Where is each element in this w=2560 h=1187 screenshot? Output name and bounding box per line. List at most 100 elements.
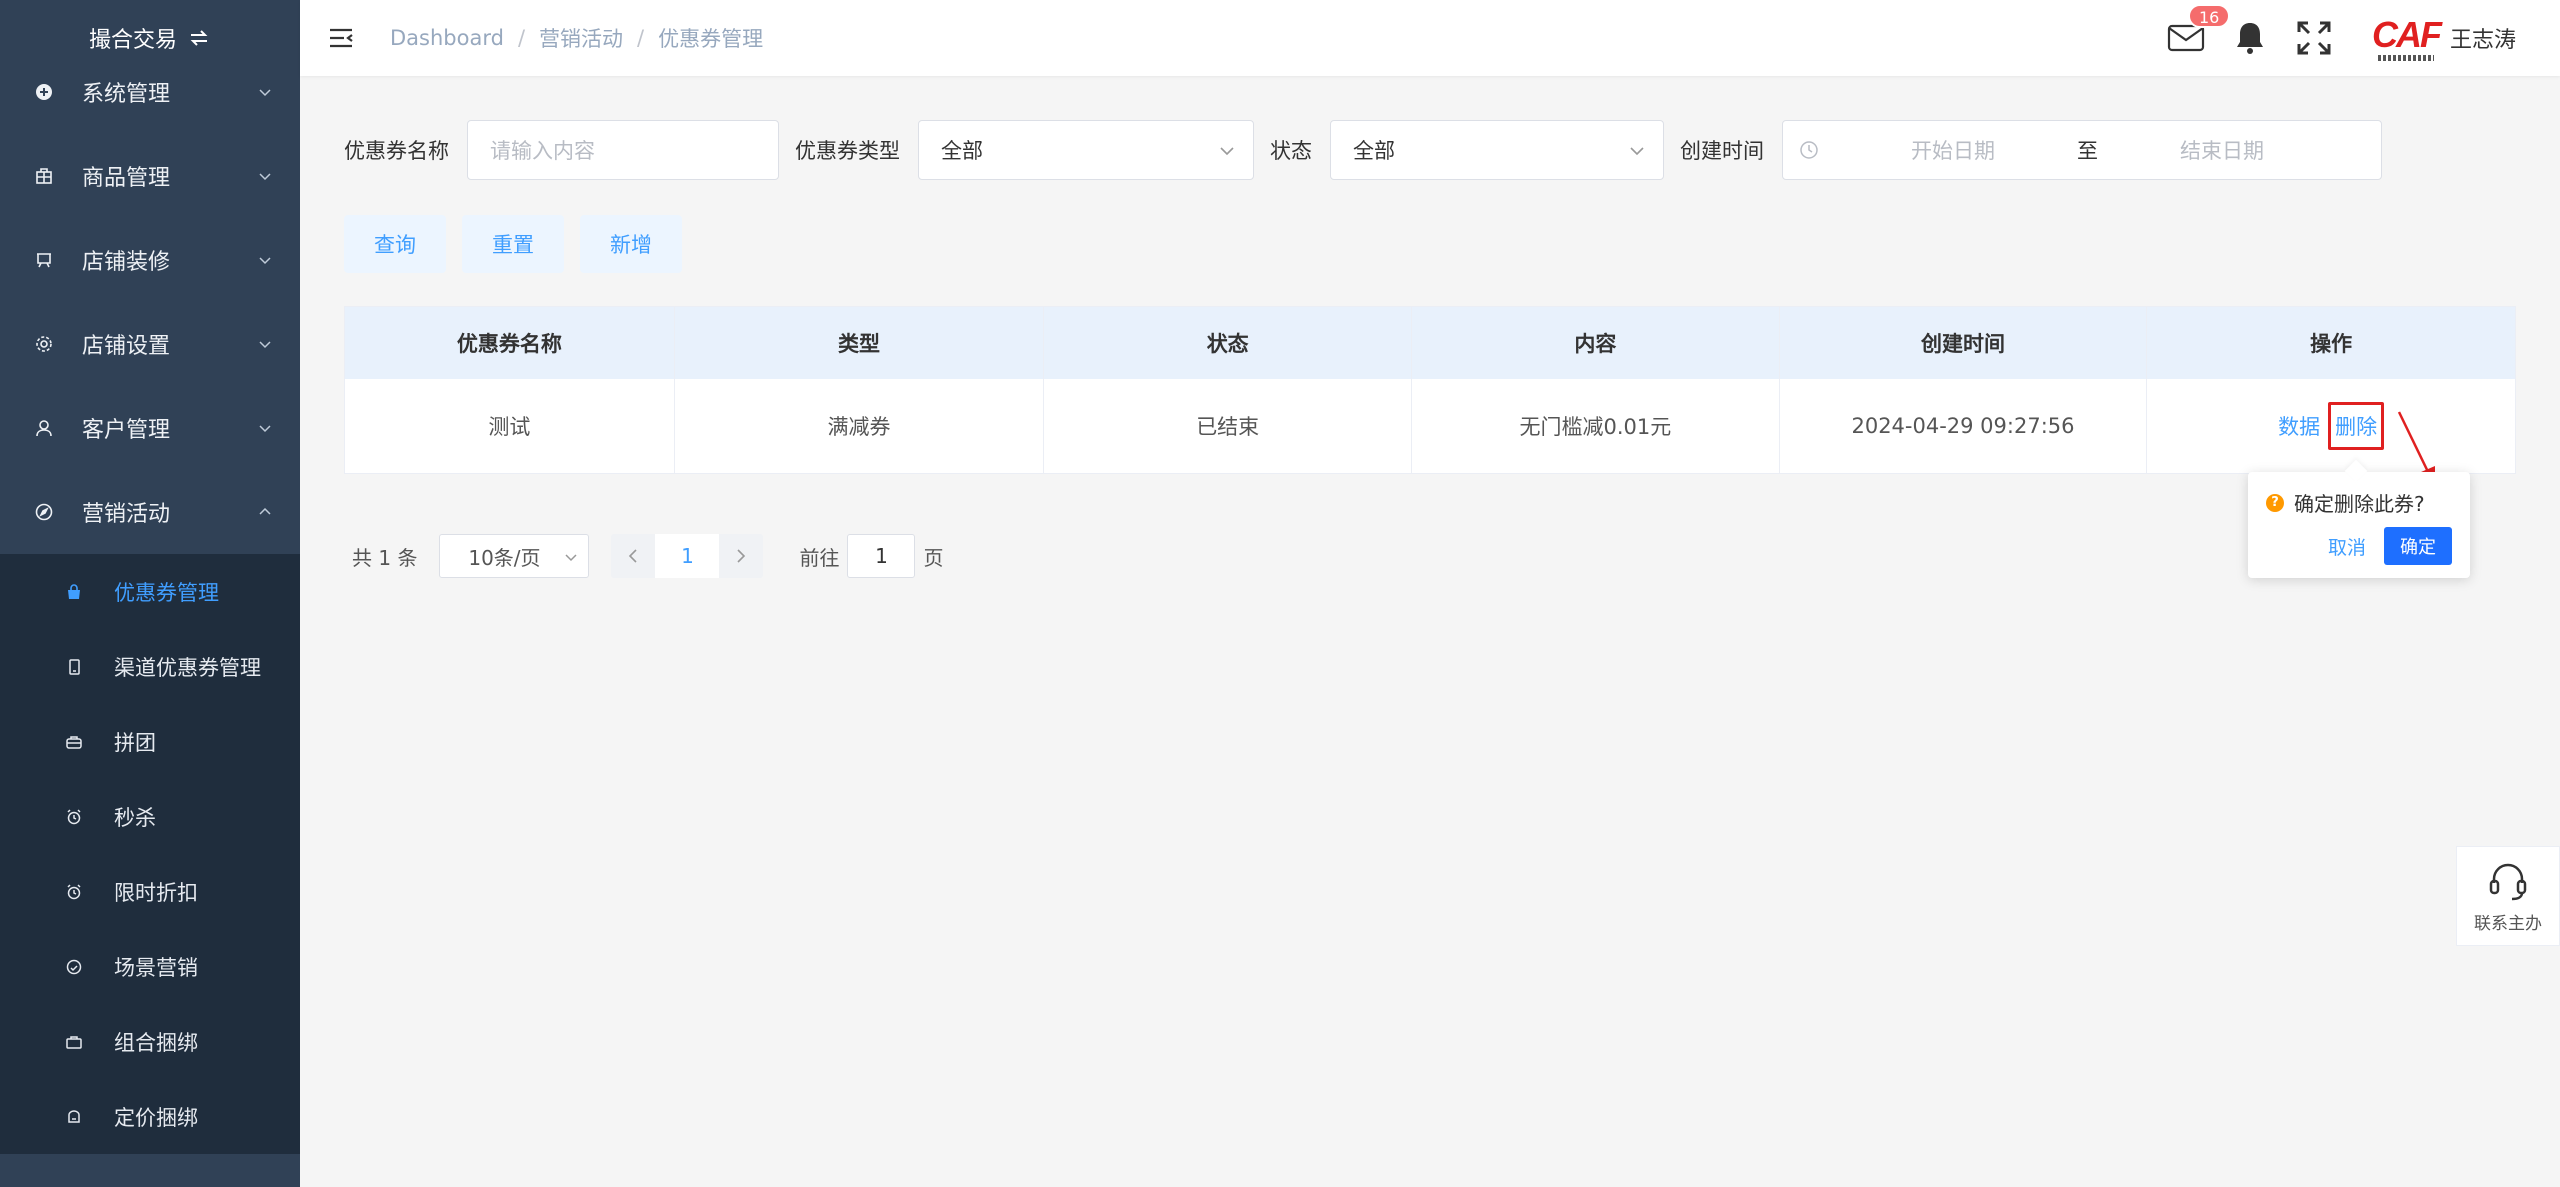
sidebar-item-label: 组合捆绑 <box>114 1030 198 1055</box>
coupon-type-select[interactable]: 全部 <box>918 120 1254 180</box>
filter-bar: 优惠券名称 请输入内容 优惠券类型 全部 状态 全部 创建时间 开始日期 至 结… <box>344 120 2382 180</box>
page-size-value: 10条/页 <box>468 545 541 570</box>
contact-organizer-button[interactable]: 联系主办 <box>2456 846 2560 946</box>
sidebar-item-shop-settings[interactable]: 店铺设置 <box>0 302 300 386</box>
fullscreen-icon <box>2297 21 2331 55</box>
popconfirm-text: 确定删除此券? <box>2294 492 2425 516</box>
chevron-down-icon <box>565 554 577 562</box>
column-header: 类型 <box>675 307 1045 379</box>
popconfirm-title: ? 确定删除此券? <box>2266 488 2452 517</box>
sidebar-item-group-buy[interactable]: 拼团 <box>0 704 300 779</box>
status-select[interactable]: 全部 <box>1330 120 1664 180</box>
coupon-name-input[interactable]: 请输入内容 <box>467 120 779 180</box>
pagination: 共 1 条 10条/页 1 前往 1 页 <box>352 534 943 578</box>
start-date-placeholder[interactable]: 开始日期 <box>1911 135 1995 165</box>
page-goto: 前往 1 页 <box>799 534 943 578</box>
sidebar-item-decoration[interactable]: 店铺装修 <box>0 218 300 302</box>
data-link[interactable]: 数据 <box>2278 411 2320 441</box>
popconfirm-actions: 取消 确定 <box>2266 527 2452 565</box>
breadcrumb-item-dashboard[interactable]: Dashboard <box>390 26 504 50</box>
total-count: 共 1 条 <box>352 545 418 570</box>
fullscreen-button[interactable] <box>2294 18 2334 58</box>
user-icon <box>34 418 54 438</box>
action-buttons: 查询 重置 新增 <box>344 215 682 273</box>
sidebar-item-limited-discount[interactable]: 限时折扣 <box>0 854 300 929</box>
chevron-down-icon <box>1630 147 1644 156</box>
end-date-placeholder[interactable]: 结束日期 <box>2180 135 2264 165</box>
user-name[interactable]: 王志涛 <box>2450 22 2516 54</box>
sidebar-item-label: 渠道优惠券管理 <box>114 655 261 680</box>
sidebar-item-label: 客户管理 <box>82 418 171 443</box>
headset-icon <box>2489 863 2527 900</box>
coupon-type-label: 优惠券类型 <box>795 139 900 163</box>
sidebar-item-combo-bundle[interactable]: 组合捆绑 <box>0 1004 300 1079</box>
created-time-label: 创建时间 <box>1680 139 1764 163</box>
confirm-button[interactable]: 确定 <box>2384 527 2452 565</box>
sidebar-item-label: 限时折扣 <box>114 880 198 905</box>
notification-button[interactable] <box>2230 18 2270 58</box>
sidebar-item-goods[interactable]: 商品管理 <box>0 134 300 218</box>
header-actions: 16 CAF 王志涛 <box>2142 0 2516 76</box>
sidebar-item-price-bundle[interactable]: 定价捆绑 <box>0 1079 300 1154</box>
plus-circle-icon <box>34 82 54 102</box>
breadcrumb-separator: / <box>517 26 526 50</box>
cell-type: 满减券 <box>675 379 1045 473</box>
swap-icon[interactable] <box>187 26 211 50</box>
chevron-down-icon <box>259 425 271 433</box>
goto-label: 前往 <box>799 545 840 570</box>
sidebar-item-label: 营销活动 <box>82 502 171 527</box>
sidebar-item-flash-sale[interactable]: 秒杀 <box>0 779 300 854</box>
marketing-submenu: 优惠券管理 渠道优惠券管理 拼团 秒杀 限时折扣 场景营销 组合捆绑 定价捆绑 <box>0 554 300 1154</box>
cell-created: 2024-04-29 09:27:56 <box>1780 379 2148 473</box>
box-icon <box>64 1107 84 1127</box>
goods-icon <box>34 166 54 186</box>
cancel-button[interactable]: 取消 <box>2328 533 2366 560</box>
status-label: 状态 <box>1270 139 1312 163</box>
add-button[interactable]: 新增 <box>580 215 682 273</box>
sidebar-item-marketing[interactable]: 营销活动 <box>0 470 300 554</box>
logo-subtext <box>2377 55 2434 61</box>
query-button[interactable]: 查询 <box>344 215 446 273</box>
reset-button[interactable]: 重置 <box>462 215 564 273</box>
cell-status: 已结束 <box>1044 379 1413 473</box>
mail-badge: 16 <box>2187 4 2231 28</box>
sidebar-item-scene-marketing[interactable]: 场景营销 <box>0 929 300 1004</box>
sidebar-item-label: 场景营销 <box>114 955 198 980</box>
column-header: 优惠券名称 <box>345 307 675 379</box>
page-nav: 1 <box>611 534 764 578</box>
menu-toggle-icon[interactable] <box>328 26 354 50</box>
sidebar-item-coupons[interactable]: 优惠券管理 <box>0 554 300 629</box>
smile-icon <box>64 957 84 977</box>
date-separator: 至 <box>2077 139 2098 163</box>
date-range-picker[interactable]: 开始日期 至 结束日期 <box>1782 120 2382 180</box>
goto-input[interactable]: 1 <box>847 534 916 578</box>
org-logo: CAF <box>2371 8 2442 68</box>
coupon-table: 优惠券名称 类型 状态 内容 创建时间 操作 测试 满减券 已结束 无门槛减0.… <box>344 306 2516 474</box>
group-icon <box>64 732 84 752</box>
page-number[interactable]: 1 <box>655 534 720 578</box>
sidebar-item-system[interactable]: 系统管理 <box>0 50 300 134</box>
alarm-icon <box>64 882 84 902</box>
status-value: 全部 <box>1353 139 1395 163</box>
sidebar-item-label: 定价捆绑 <box>114 1105 198 1130</box>
sidebar-item-customers[interactable]: 客户管理 <box>0 386 300 470</box>
logo-text: CAF <box>2371 14 2442 55</box>
page-size-select[interactable]: 10条/页 <box>439 534 590 578</box>
cell-coupon-name: 测试 <box>345 379 675 473</box>
bell-icon <box>2236 23 2263 54</box>
coupon-type-value: 全部 <box>941 139 983 163</box>
sidebar-menu: 系统管理 商品管理 店铺装修 店铺设置 客户管理 营销活动 优惠券管理 渠道优惠… <box>0 50 300 1154</box>
sidebar-item-channel-coupons[interactable]: 渠道优惠券管理 <box>0 629 300 704</box>
bag-icon <box>64 582 84 602</box>
delete-link[interactable]: 删除 <box>2328 402 2385 450</box>
chevron-down-icon <box>259 257 271 265</box>
goto-suffix: 页 <box>923 545 944 570</box>
breadcrumb-separator: / <box>637 26 645 50</box>
table-row: 测试 满减券 已结束 无门槛减0.01元 2024-04-29 09:27:56… <box>345 379 2515 473</box>
breadcrumb-item-marketing[interactable]: 营销活动 <box>539 23 623 53</box>
sidebar-item-label: 优惠券管理 <box>114 580 219 605</box>
next-page-button[interactable] <box>719 534 763 578</box>
coupon-name-label: 优惠券名称 <box>344 139 449 163</box>
mail-button[interactable]: 16 <box>2166 4 2231 58</box>
prev-page-button[interactable] <box>611 534 655 578</box>
